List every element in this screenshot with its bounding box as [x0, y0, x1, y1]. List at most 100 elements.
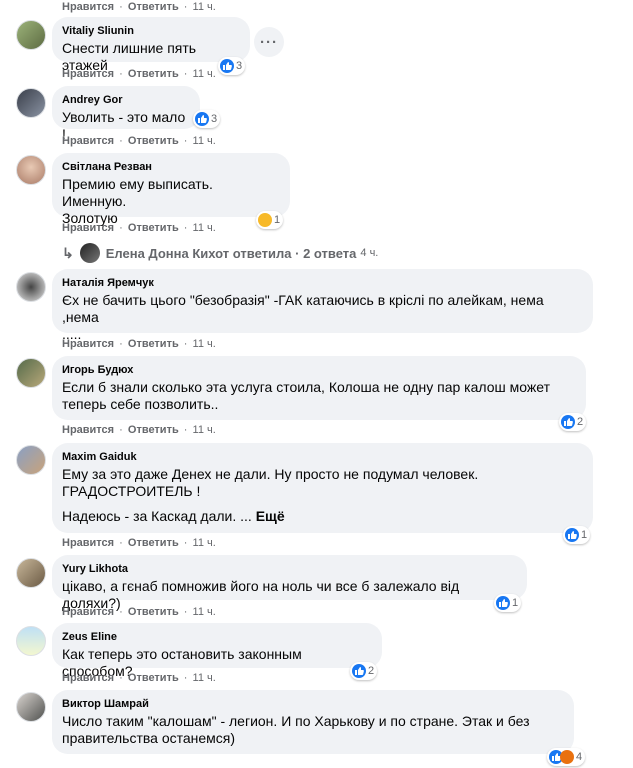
like-link[interactable]: Нравится	[62, 68, 114, 80]
reaction-count: 4	[576, 751, 583, 763]
more-options-button[interactable]: ···	[254, 27, 284, 57]
like-link[interactable]: Нравится	[62, 338, 114, 350]
reply-count: 2 ответа	[303, 245, 357, 261]
avatar[interactable]	[16, 20, 46, 50]
like-icon	[220, 59, 234, 73]
reaction-count: 3	[236, 60, 243, 72]
avatar[interactable]	[16, 558, 46, 588]
reply-link[interactable]: Ответить	[128, 672, 179, 684]
comment-author[interactable]: Maxim Gaiduk	[62, 450, 583, 464]
comment-actions: Нравится · Ответить · 11 ч.	[62, 537, 216, 549]
reply-verb: ответила	[232, 245, 292, 261]
timestamp[interactable]: 11 ч.	[193, 68, 216, 80]
see-more-link[interactable]: Ещё	[256, 508, 285, 524]
timestamp[interactable]: 11 ч.	[193, 338, 216, 350]
avatar[interactable]	[16, 626, 46, 656]
like-link[interactable]: Нравится	[62, 537, 114, 549]
reaction-summary[interactable]: 1	[256, 211, 284, 229]
comment-author[interactable]: Yury Likhota	[62, 562, 517, 576]
comment-author[interactable]: Zeus Eline	[62, 630, 372, 644]
timestamp[interactable]: 11 ч.	[193, 222, 216, 234]
reply-link[interactable]: Ответить	[128, 424, 179, 436]
comment-actions-top: Нравится · Ответить · 11 ч.	[62, 1, 216, 13]
avatar[interactable]	[16, 88, 46, 118]
comment-text: Єх не бачить цього "безобразія" -ГАК кат…	[62, 292, 544, 342]
timestamp[interactable]: 11 ч.	[193, 135, 216, 147]
like-link[interactable]: Нравится	[62, 222, 114, 234]
reply-author: Елена Донна Кихот	[105, 245, 230, 261]
reaction-summary[interactable]: 1	[563, 526, 591, 544]
reply-link[interactable]: Ответить	[128, 68, 179, 80]
comment-actions: Нравится · Ответить · 11 ч.	[62, 606, 216, 618]
comment-actions: Нравится · Ответить · 11 ч.	[62, 222, 216, 234]
comment-bubble: Maxim Gaiduk Ему за это даже Денех не да…	[52, 443, 593, 533]
reply-arrow-icon: ↳	[62, 244, 74, 261]
avatar[interactable]	[16, 272, 46, 302]
comment-bubble: Andrey Gor Уволить - это мало !	[52, 86, 200, 142]
comment-author[interactable]: Наталія Яремчук	[62, 276, 583, 290]
comment-text: Если б знали сколько эта услуга стоила, …	[62, 379, 550, 412]
reply-link[interactable]: Ответить	[128, 135, 179, 147]
like-icon	[561, 415, 575, 429]
reply-link[interactable]: Ответить	[128, 338, 179, 350]
reaction-count: 1	[512, 597, 519, 609]
comment-author[interactable]: Andrey Gor	[62, 93, 190, 107]
comment-author[interactable]: Світлана Резван	[62, 160, 280, 174]
reaction-count: 1	[581, 529, 588, 541]
reaction-summary[interactable]: 1	[494, 594, 522, 612]
reaction-count: 2	[577, 416, 584, 428]
view-replies-link[interactable]: ↳ Елена Донна Кихот ответила · 2 ответа …	[62, 243, 378, 263]
sad-icon	[560, 750, 574, 764]
reaction-summary[interactable]: 3	[218, 57, 246, 75]
comment-text: Премию ему выписать. Именную. Золотую	[62, 176, 213, 226]
like-link[interactable]: Нравится	[62, 1, 114, 13]
reaction-summary[interactable]: 2	[350, 662, 378, 680]
comment-bubble: Наталія Яремчук Єх не бачить цього "безо…	[52, 269, 593, 342]
timestamp[interactable]: 11 ч.	[193, 672, 216, 684]
reaction-count: 1	[274, 214, 281, 226]
reply-link[interactable]: Ответить	[128, 1, 179, 13]
timestamp[interactable]: 11 ч.	[193, 424, 216, 436]
comment-author[interactable]: Игорь Будюх	[62, 363, 576, 377]
comment-actions: Нравится · Ответить · 11 ч.	[62, 424, 216, 436]
reaction-count: 2	[368, 665, 375, 677]
avatar	[79, 243, 100, 263]
timestamp[interactable]: 11 ч.	[193, 606, 216, 618]
reply-link[interactable]: Ответить	[128, 606, 179, 618]
timestamp[interactable]: 11 ч.	[193, 1, 216, 13]
avatar[interactable]	[16, 155, 46, 185]
timestamp: 4 ч.	[360, 247, 379, 259]
comment-text: Число таким "калошам" - легион. И по Хар…	[62, 713, 530, 746]
comment-bubble: Світлана Резван Премию ему выписать. Име…	[52, 153, 290, 226]
comment-bubble: Yury Likhota цікаво, а гєнаб помножив йо…	[52, 555, 527, 611]
reaction-count: 3	[211, 113, 218, 125]
comment-author[interactable]: Vitaliy Sliunin	[62, 24, 240, 38]
comment-actions: Нравится · Ответить · 11 ч.	[62, 135, 216, 147]
comment-actions: Нравится · Ответить · 11 ч.	[62, 338, 216, 350]
comment-text: Ему за это даже Денех не дали. Ну просто…	[62, 466, 479, 499]
like-icon	[496, 596, 510, 610]
comment-bubble: Zeus Eline Как теперь это остановить зак…	[52, 623, 382, 679]
comment-text-continued: Надеюсь - за Каскад дали. ... Ещё	[62, 508, 285, 524]
haha-icon	[258, 213, 272, 227]
comment-bubble: Vitaliy Sliunin Снести лишние пять этаже…	[52, 17, 250, 73]
comment-actions: Нравится · Ответить · 11 ч.	[62, 672, 216, 684]
like-link[interactable]: Нравится	[62, 606, 114, 618]
like-link[interactable]: Нравится	[62, 135, 114, 147]
reply-link[interactable]: Ответить	[128, 222, 179, 234]
like-icon	[352, 664, 366, 678]
reaction-summary[interactable]: 4	[547, 748, 586, 766]
comment-bubble: Виктор Шамрай Число таким "калошам" - ле…	[52, 690, 574, 754]
reaction-summary[interactable]: 3	[193, 110, 221, 128]
timestamp[interactable]: 11 ч.	[193, 537, 216, 549]
comment-bubble: Игорь Будюх Если б знали сколько эта усл…	[52, 356, 586, 420]
reaction-summary[interactable]: 2	[559, 413, 587, 431]
avatar[interactable]	[16, 692, 46, 722]
like-link[interactable]: Нравится	[62, 672, 114, 684]
avatar[interactable]	[16, 358, 46, 388]
like-link[interactable]: Нравится	[62, 424, 114, 436]
comment-author[interactable]: Виктор Шамрай	[62, 697, 564, 711]
like-icon	[195, 112, 209, 126]
reply-link[interactable]: Ответить	[128, 537, 179, 549]
avatar[interactable]	[16, 445, 46, 475]
